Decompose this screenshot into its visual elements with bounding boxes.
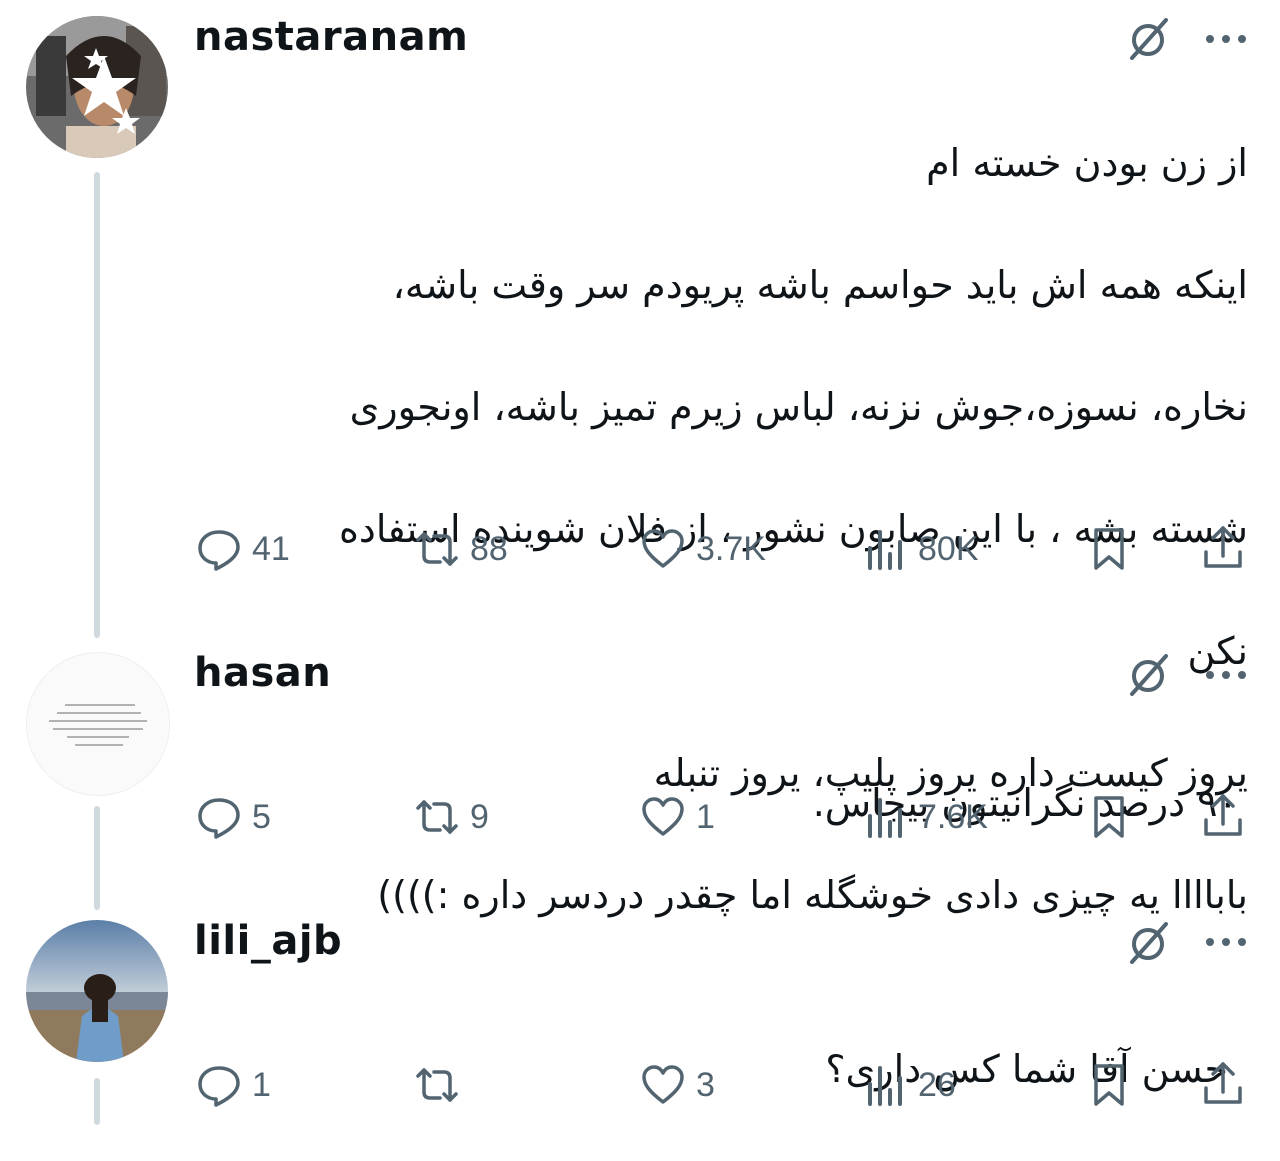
like-button[interactable]: 3.7K <box>640 524 766 574</box>
tweet-text-line: اینکه همه اش باید حواسم باشه پریودم سر و… <box>392 263 1248 307</box>
action-bar: 41 88 3.7K 80K <box>0 524 1280 574</box>
views-count: 80K <box>918 529 979 568</box>
tweet-text-line: نخاره، نسوزه،جوش نزنه، لباس زیرم تمیز با… <box>349 385 1248 429</box>
like-count: 3 <box>696 1065 715 1104</box>
like-button[interactable]: 3 <box>640 1060 715 1110</box>
like-count: 1 <box>696 797 715 836</box>
views-icon <box>868 798 902 838</box>
action-bar: 1 3 26 <box>0 1060 1280 1110</box>
heart-icon <box>642 529 684 568</box>
heart-icon <box>642 797 684 836</box>
views-button[interactable]: 80K <box>862 524 979 574</box>
repost-button[interactable]: 9 <box>414 792 489 842</box>
reply-button[interactable]: 1 <box>196 1060 271 1110</box>
grok-icon[interactable] <box>1126 920 1172 966</box>
beach-photo-avatar-icon <box>26 920 168 1062</box>
repost-button[interactable] <box>414 1060 470 1110</box>
tweet-text-line: نکن <box>1187 629 1249 673</box>
reply-icon <box>198 1066 240 1107</box>
avatar[interactable] <box>26 920 168 1062</box>
share-button[interactable] <box>1200 524 1246 574</box>
views-count: 26 <box>918 1065 956 1104</box>
repost-count: 88 <box>470 529 508 568</box>
more-icon[interactable] <box>1202 29 1250 49</box>
reply-count: 41 <box>252 529 290 568</box>
text-image-avatar-icon <box>27 653 169 795</box>
reply-count: 1 <box>252 1065 271 1104</box>
reply-count: 5 <box>252 797 271 836</box>
views-icon <box>868 1066 902 1106</box>
censored-avatar-icon <box>26 16 168 158</box>
tweet-text-line: از زن بودن خسته ام <box>926 141 1248 185</box>
username[interactable]: nastaranam <box>194 14 468 60</box>
bookmark-button[interactable] <box>1086 1062 1132 1112</box>
share-icon <box>1204 794 1242 836</box>
bookmark-icon <box>1094 1064 1124 1106</box>
bookmark-button[interactable] <box>1086 526 1132 576</box>
share-icon <box>1204 1062 1242 1104</box>
views-icon <box>868 530 902 570</box>
grok-icon[interactable] <box>1126 16 1172 62</box>
like-button[interactable]: 1 <box>640 792 715 842</box>
views-count: 7.6K <box>918 797 988 836</box>
heart-icon <box>642 1065 684 1104</box>
views-button[interactable]: 7.6K <box>862 792 988 842</box>
share-button[interactable] <box>1200 792 1246 842</box>
avatar[interactable] <box>26 16 168 158</box>
reply-icon <box>198 798 240 839</box>
bookmark-button[interactable] <box>1086 794 1132 844</box>
action-bar: 5 9 1 7.6K <box>0 792 1280 842</box>
more-icon[interactable] <box>1202 932 1250 952</box>
reply-button[interactable]: 41 <box>196 524 290 574</box>
like-count: 3.7K <box>696 529 766 568</box>
reply-button[interactable]: 5 <box>196 792 271 842</box>
share-button[interactable] <box>1200 1060 1246 1110</box>
repost-icon <box>416 532 458 566</box>
more-icon[interactable] <box>1202 665 1250 685</box>
reply-icon <box>198 530 240 571</box>
username[interactable]: hasan <box>194 650 331 696</box>
repost-button[interactable]: 88 <box>414 524 508 574</box>
views-button[interactable]: 26 <box>862 1060 956 1110</box>
repost-icon <box>416 800 458 834</box>
bookmark-icon <box>1094 796 1124 838</box>
bookmark-icon <box>1094 528 1124 570</box>
share-icon <box>1204 526 1242 568</box>
repost-icon <box>416 1068 458 1102</box>
repost-count: 9 <box>470 797 489 836</box>
grok-icon[interactable] <box>1126 652 1172 698</box>
avatar[interactable] <box>26 652 170 796</box>
username[interactable]: lili_ajb <box>194 918 342 964</box>
